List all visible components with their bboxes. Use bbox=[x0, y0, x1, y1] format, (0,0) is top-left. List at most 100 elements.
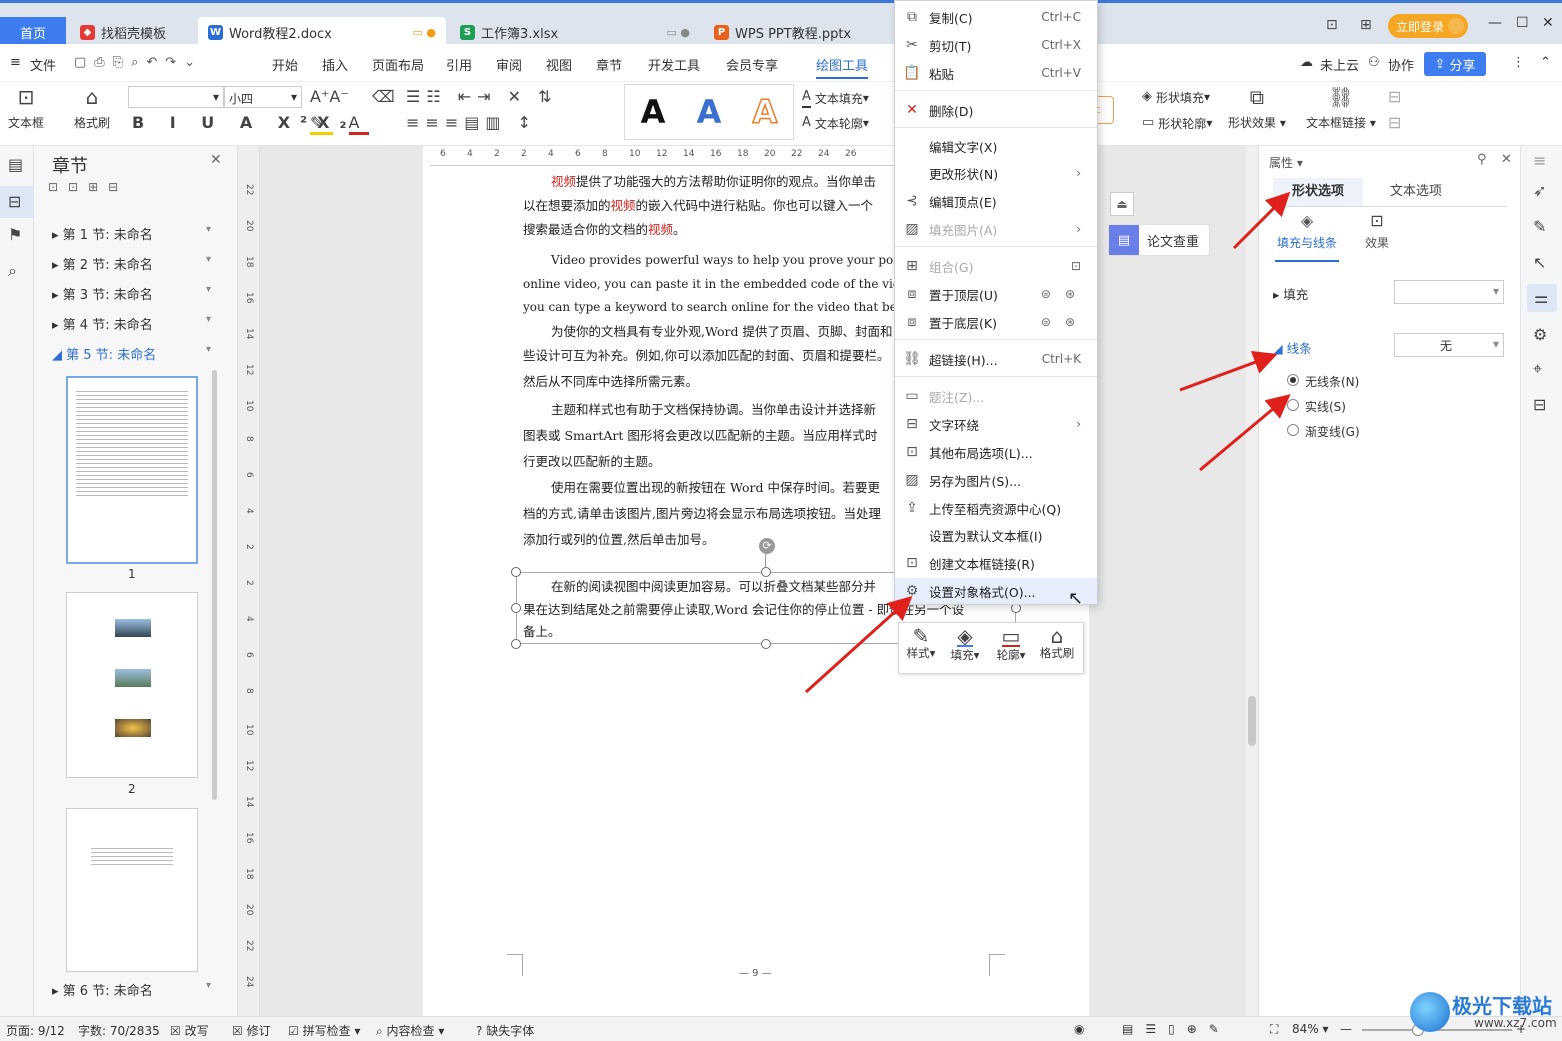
menu-chapter[interactable]: 章节 bbox=[596, 55, 622, 74]
revise-toggle[interactable]: ☒ 修订 bbox=[232, 1022, 271, 1039]
tab-word-doc[interactable]: W Word教程2.docx ▭ ● bbox=[198, 17, 446, 47]
scroll-thumb[interactable] bbox=[1248, 696, 1256, 746]
menu-more-layout[interactable]: ⊡ 其他布局选项(L)... bbox=[895, 439, 1097, 465]
outline-view-icon[interactable]: ▤ bbox=[8, 156, 23, 174]
tab-text-options[interactable]: 文本选项 bbox=[1371, 178, 1461, 206]
resize-handle[interactable] bbox=[761, 639, 771, 649]
properties-toggle[interactable]: ⚌ bbox=[1527, 284, 1557, 312]
page-thumb-3[interactable] bbox=[66, 808, 198, 972]
view-mode-icons[interactable]: ▤☰▯⊕✎ bbox=[1122, 1022, 1231, 1036]
fill-select[interactable]: ▾ bbox=[1394, 280, 1504, 304]
panel-scrollbar[interactable] bbox=[212, 370, 217, 800]
resize-handle[interactable] bbox=[511, 603, 521, 613]
menu-edit-text[interactable]: 编辑文字(X) bbox=[895, 133, 1097, 159]
login-button[interactable]: 立即登录 bbox=[1388, 14, 1468, 38]
quick-access-icons[interactable]: ▢⎙⎘⌕↶↷⌄ bbox=[74, 55, 203, 70]
tab-shape-options[interactable]: 形状选项 bbox=[1273, 178, 1363, 206]
resize-handle[interactable] bbox=[511, 639, 521, 649]
text-style-gallery[interactable]: A A A bbox=[624, 84, 794, 140]
close-panel-icon[interactable]: ✕ bbox=[1501, 152, 1512, 167]
collapse-icon[interactable]: ⌃ bbox=[1540, 55, 1551, 70]
tab-excel[interactable]: S 工作簿3.xlsx ▭ ● bbox=[450, 17, 700, 47]
menu-review[interactable]: 审阅 bbox=[496, 55, 522, 74]
textbox-button[interactable]: ⊡ 文本框 bbox=[8, 87, 44, 131]
menu-cut[interactable]: ✂ 剪切(T) Ctrl+X bbox=[895, 32, 1097, 58]
menu-save-picture[interactable]: ▨ 另存为图片(S)... bbox=[895, 467, 1097, 493]
sidebar-handle-icon[interactable]: ≡ bbox=[1533, 152, 1546, 170]
menu-send-back[interactable]: ⧈ 置于底层(K) ⊜⊛ bbox=[895, 309, 1097, 335]
rocket-icon[interactable]: ➶ bbox=[1533, 182, 1546, 200]
section-4[interactable]: ▸ 第 4 节: 未命名 ▾ bbox=[52, 314, 211, 333]
resize-handle[interactable] bbox=[511, 567, 521, 577]
page-indicator[interactable]: 页面: 9/12 bbox=[6, 1022, 65, 1039]
page-thumb-2[interactable] bbox=[66, 592, 198, 778]
menu-change-shape[interactable]: 更改形状(N) › bbox=[895, 160, 1097, 186]
style-blue[interactable]: A bbox=[697, 93, 722, 131]
overwrite-toggle[interactable]: ☒ 改写 bbox=[170, 1022, 209, 1039]
text-fill-button[interactable]: A 文本填充 ▾ bbox=[802, 88, 869, 108]
shape-outline-button[interactable]: ▭ 形状轮廓 ▾ bbox=[1142, 114, 1212, 132]
menu-text-wrap[interactable]: ⊟ 文字环绕 › bbox=[895, 411, 1097, 437]
section-2[interactable]: ▸ 第 2 节: 未命名 ▾ bbox=[52, 254, 211, 273]
menu-paste[interactable]: 📋 粘贴 Ctrl+V bbox=[895, 60, 1097, 86]
cloud-status[interactable]: 未上云 bbox=[1320, 55, 1359, 74]
subtab-effect[interactable]: ⊡ 效果 bbox=[1351, 212, 1403, 251]
text-outline-button[interactable]: A 文本轮廓 ▾ bbox=[802, 114, 869, 132]
menu-hyperlink[interactable]: ⛓ 超链接(H)... Ctrl+K bbox=[895, 346, 1097, 372]
menu-member[interactable]: 会员专享 bbox=[726, 55, 778, 74]
menu-create-link[interactable]: ⊡ 创建文本框链接(R) bbox=[895, 550, 1097, 576]
menu-bring-front[interactable]: ⧈ 置于顶层(U) ⊜⊛ bbox=[895, 281, 1097, 307]
menu-format-object[interactable]: ⚙ 设置对象格式(O)... bbox=[895, 578, 1097, 604]
edit-icon[interactable]: ✎ bbox=[1533, 218, 1546, 236]
more-icon[interactable]: ⋮ bbox=[1512, 55, 1525, 70]
tab-close-icon[interactable]: ▭ ● bbox=[667, 26, 691, 39]
zoom-out-icon[interactable]: — bbox=[1340, 1022, 1352, 1036]
menu-file[interactable]: 文件 bbox=[30, 55, 56, 74]
search-icon[interactable]: ⌕ bbox=[8, 262, 17, 280]
resize-handle[interactable] bbox=[761, 567, 771, 577]
highlight-color-icons[interactable]: ✎ A bbox=[310, 113, 370, 135]
minimize-icon[interactable]: — bbox=[1488, 15, 1502, 31]
section-5[interactable]: ◢ 第 5 节: 未命名 ▾ bbox=[52, 344, 211, 363]
style-black[interactable]: A bbox=[641, 93, 666, 131]
radio-no-line[interactable] bbox=[1287, 374, 1299, 386]
fill-section[interactable]: ▸ 填充 bbox=[1273, 284, 1308, 303]
align-icons[interactable]: ≡≡≡▤▥ ↕ bbox=[406, 114, 537, 132]
mini-fill-button[interactable]: ◈ 填充▾ bbox=[943, 626, 987, 663]
zoom-level[interactable]: 84% ▾ bbox=[1292, 1022, 1329, 1036]
radio-solid-line[interactable] bbox=[1287, 399, 1299, 411]
shape-effect-button[interactable]: ⧉ 形状效果 ▾ bbox=[1228, 87, 1286, 131]
list-icons[interactable]: ☰☷ ⇤⇥ ✕ ⇅ bbox=[406, 88, 558, 106]
document-scrollbar[interactable] bbox=[1246, 146, 1258, 1016]
settings-icon[interactable]: ⚙ bbox=[1533, 326, 1547, 344]
shape-fill-button[interactable]: ◈ 形状填充 ▾ bbox=[1142, 88, 1210, 106]
layout-icon[interactable]: ⊡ bbox=[1326, 17, 1338, 33]
menu-view[interactable]: 视图 bbox=[546, 55, 572, 74]
share-button[interactable]: ⇪ 分享 bbox=[1424, 52, 1486, 76]
panel-tool-icons[interactable]: ⊡⊡⊞⊟ bbox=[48, 180, 128, 194]
menu-drawing-tools[interactable]: 绘图工具 bbox=[816, 55, 868, 74]
mini-format-painter-button[interactable]: ⌂ 格式刷 bbox=[1035, 626, 1079, 661]
style-orange[interactable]: A bbox=[752, 92, 778, 132]
grow-font-icon[interactable]: A⁺A⁻ bbox=[310, 88, 349, 106]
format-painter-button[interactable]: ⌂ 格式刷 bbox=[74, 87, 110, 131]
menu-delete[interactable]: ✕ 删除(D) bbox=[895, 97, 1097, 123]
tab-template[interactable]: ◆ 找稻壳模板 bbox=[70, 17, 194, 47]
spell-check[interactable]: ☑ 拼写检查 ▾ bbox=[288, 1022, 360, 1039]
section-1[interactable]: ▸ 第 1 节: 未命名 ▾ bbox=[52, 224, 211, 243]
collapse-float-icon[interactable]: ⏏ bbox=[1110, 192, 1134, 216]
menu-set-default[interactable]: 设置为默认文本框(I) bbox=[895, 522, 1097, 548]
tab-home[interactable]: 首页 bbox=[0, 17, 66, 47]
mini-style-button[interactable]: ✎ 样式▾ bbox=[899, 626, 943, 661]
font-size-select[interactable]: 小四 ▾ bbox=[224, 86, 302, 108]
menu-reference[interactable]: 引用 bbox=[446, 55, 472, 74]
radio-gradient-line[interactable] bbox=[1287, 424, 1299, 436]
close-panel-icon[interactable]: ✕ bbox=[210, 152, 222, 168]
menu-copy[interactable]: ⧉ 复制(C) Ctrl+C bbox=[895, 4, 1097, 30]
menu-upload[interactable]: ⇪ 上传至稻壳资源中心(Q) bbox=[895, 495, 1097, 521]
apps-icon[interactable]: ⊞ bbox=[1360, 17, 1372, 33]
location-icon[interactable]: ⌖ bbox=[1533, 360, 1542, 378]
collab-button[interactable]: 协作 bbox=[1388, 55, 1414, 74]
content-check[interactable]: ⌕ 内容检查 ▾ bbox=[376, 1022, 444, 1039]
word-count[interactable]: 字数: 70/2835 bbox=[78, 1022, 160, 1039]
